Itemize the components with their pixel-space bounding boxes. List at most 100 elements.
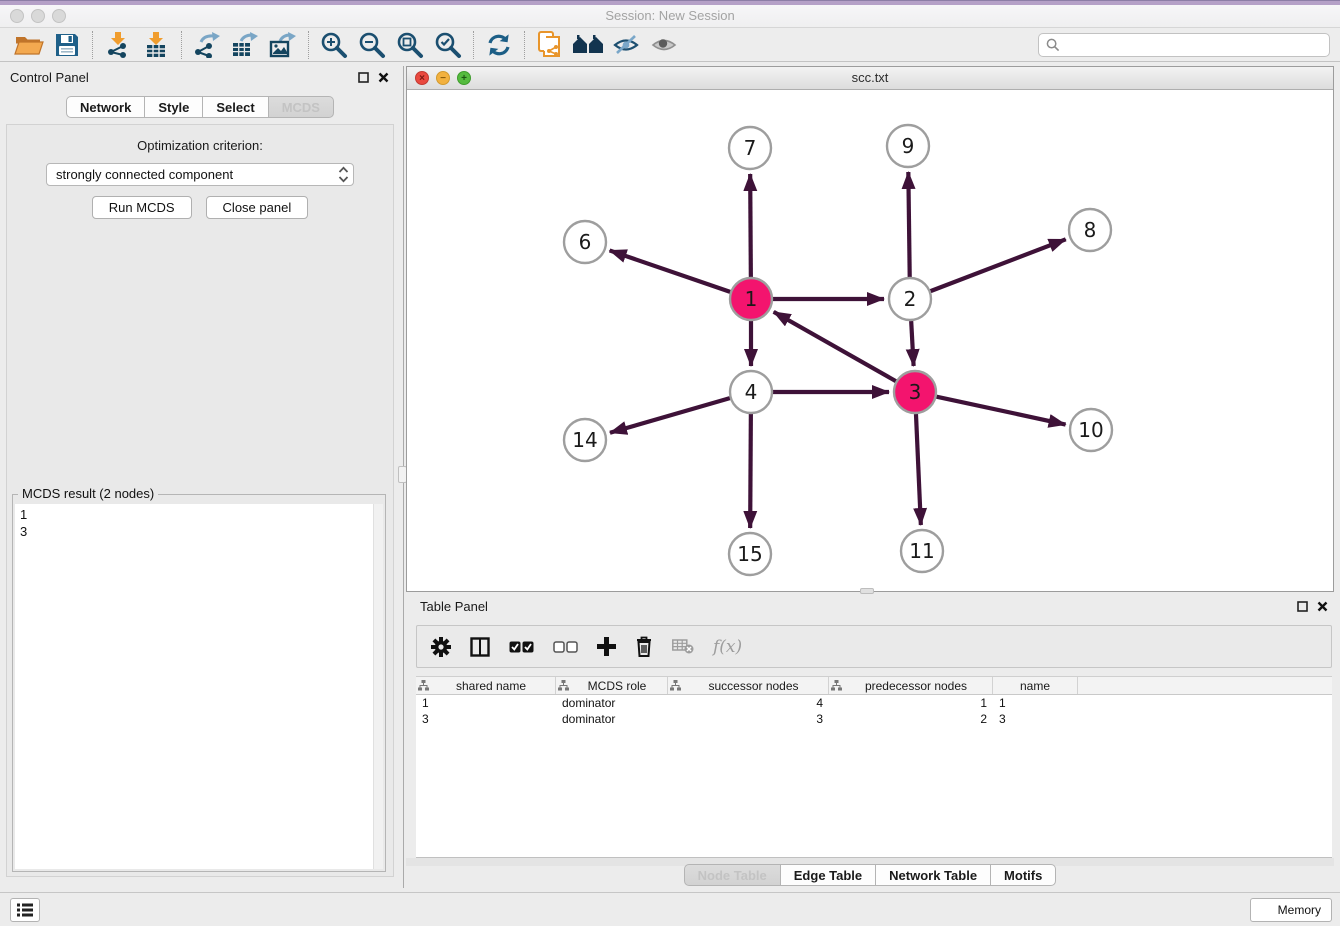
graph-edge-3-10[interactable] <box>937 397 1066 425</box>
main-toolbar <box>0 28 1340 62</box>
tab-edge-table[interactable]: Edge Table <box>780 864 876 886</box>
graph-edge-3-11[interactable] <box>916 414 921 525</box>
import-network-icon[interactable] <box>99 30 137 60</box>
save-session-icon[interactable] <box>48 30 86 60</box>
column-header-shared-name[interactable]: shared name <box>416 677 556 694</box>
float-panel-icon[interactable] <box>1297 601 1308 612</box>
task-list-icon <box>16 902 34 918</box>
graph-node-label: 10 <box>1078 418 1103 442</box>
graph-node-label: 7 <box>744 136 757 160</box>
graph-edge-1-7[interactable] <box>750 174 751 277</box>
table-panel-buttons <box>1297 601 1328 612</box>
zoom-fit-icon[interactable] <box>391 30 429 60</box>
graph-node-label: 8 <box>1084 218 1097 242</box>
import-table-icon[interactable] <box>137 30 175 60</box>
search-box[interactable] <box>1038 33 1330 57</box>
graph-edge-2-9[interactable] <box>908 172 909 277</box>
select-all-rows-icon[interactable] <box>509 641 534 653</box>
tab-motifs[interactable]: Motifs <box>990 864 1056 886</box>
graph-node-label: 11 <box>909 539 934 563</box>
refresh-view-icon[interactable] <box>480 30 518 60</box>
open-session-icon[interactable] <box>10 30 48 60</box>
task-history-button[interactable] <box>10 898 40 922</box>
tab-network[interactable]: Network <box>66 96 145 118</box>
column-header-predecessor-nodes[interactable]: predecessor nodes <box>829 677 993 694</box>
mcds-result-title: MCDS result (2 nodes) <box>18 486 158 501</box>
column-header-successor-nodes[interactable]: successor nodes <box>668 677 829 694</box>
cell-mcds-role: dominator <box>556 696 668 710</box>
graph-edge-4-14[interactable] <box>610 398 730 433</box>
result-node: 3 <box>15 523 383 540</box>
export-image-icon[interactable] <box>264 30 302 60</box>
delete-table-icon <box>672 639 694 654</box>
close-panel-button[interactable]: Close panel <box>206 196 309 219</box>
cell-name: 1 <box>993 696 1078 710</box>
table-row[interactable]: 1 dominator 4 1 1 <box>416 695 1332 711</box>
graph-edge-4-15[interactable] <box>750 414 751 528</box>
tab-network-table[interactable]: Network Table <box>875 864 991 886</box>
column-type-icon <box>418 680 429 691</box>
application-window: Session: New Session <box>0 0 1340 926</box>
table-row[interactable]: 3 dominator 3 2 3 <box>416 711 1332 727</box>
cell-shared-name: 1 <box>416 696 556 710</box>
tab-node-table[interactable]: Node Table <box>684 864 781 886</box>
stepper-arrows-icon <box>338 166 349 183</box>
column-type-icon <box>831 680 842 691</box>
run-mcds-button[interactable]: Run MCDS <box>92 196 192 219</box>
horizontal-divider-handle[interactable] <box>860 588 874 594</box>
optimization-criterion-select[interactable]: strongly connected component <box>46 163 354 186</box>
column-panel-icon[interactable] <box>470 637 490 657</box>
cell-mcds-role: dominator <box>556 712 668 726</box>
graph-edge-3-1[interactable] <box>774 312 896 381</box>
show-details-icon[interactable] <box>645 30 683 60</box>
mcds-result-list[interactable]: 1 3 <box>15 504 383 869</box>
new-network-from-selection-icon[interactable] <box>531 30 569 60</box>
graph-edge-1-6[interactable] <box>610 250 731 291</box>
cell-successor-nodes: 4 <box>668 696 829 710</box>
node-table: shared name MCDS role successor nodes pr… <box>416 676 1332 858</box>
scrollbar[interactable] <box>373 504 383 869</box>
control-panel-buttons <box>358 72 389 83</box>
toolbar-separator <box>473 31 474 59</box>
toolbar-separator <box>308 31 309 59</box>
close-panel-icon[interactable] <box>1317 601 1328 612</box>
deselect-all-rows-icon[interactable] <box>553 641 578 653</box>
zoom-selected-icon[interactable] <box>429 30 467 60</box>
zoom-out-icon[interactable] <box>353 30 391 60</box>
table-settings-gear-icon[interactable] <box>431 637 451 657</box>
graph-node-label: 4 <box>745 380 758 404</box>
float-panel-icon[interactable] <box>358 72 369 83</box>
column-header-name[interactable]: name <box>993 677 1078 694</box>
delete-column-icon[interactable] <box>635 636 653 657</box>
hide-details-icon[interactable] <box>607 30 645 60</box>
search-icon <box>1046 38 1060 52</box>
graph-node-label: 2 <box>904 287 917 311</box>
graph-edge-2-8[interactable] <box>931 239 1066 291</box>
export-table-icon[interactable] <box>226 30 264 60</box>
toolbar-separator <box>181 31 182 59</box>
table-panel-tabs: Node Table Edge Table Network Table Moti… <box>406 864 1334 886</box>
column-type-icon <box>670 680 681 691</box>
search-input[interactable] <box>1065 37 1322 52</box>
selected-criterion: strongly connected component <box>56 167 338 182</box>
export-network-icon[interactable] <box>188 30 226 60</box>
network-canvas[interactable]: 7968124314101511 <box>407 91 1333 591</box>
first-neighbors-icon[interactable] <box>569 30 607 60</box>
tab-mcds[interactable]: MCDS <box>268 96 334 118</box>
table-toolbar: f(x) <box>416 625 1332 668</box>
table-header-row: shared name MCDS role successor nodes pr… <box>416 676 1332 695</box>
tab-style[interactable]: Style <box>144 96 203 118</box>
close-panel-icon[interactable] <box>378 72 389 83</box>
memory-label: Memory <box>1278 903 1321 917</box>
optimization-criterion-label: Optimization criterion: <box>7 138 393 153</box>
tab-select[interactable]: Select <box>202 96 268 118</box>
memory-button[interactable]: Memory <box>1250 898 1332 922</box>
mcds-result-box: MCDS result (2 nodes) 1 3 <box>12 494 386 872</box>
toolbar-separator <box>524 31 525 59</box>
network-window-titlebar: × − + scc.txt <box>407 67 1333 90</box>
toolbar-separator <box>92 31 93 59</box>
add-column-icon[interactable] <box>597 637 616 656</box>
zoom-in-icon[interactable] <box>315 30 353 60</box>
column-header-mcds-role[interactable]: MCDS role <box>556 677 668 694</box>
graph-edge-2-3[interactable] <box>911 321 913 366</box>
